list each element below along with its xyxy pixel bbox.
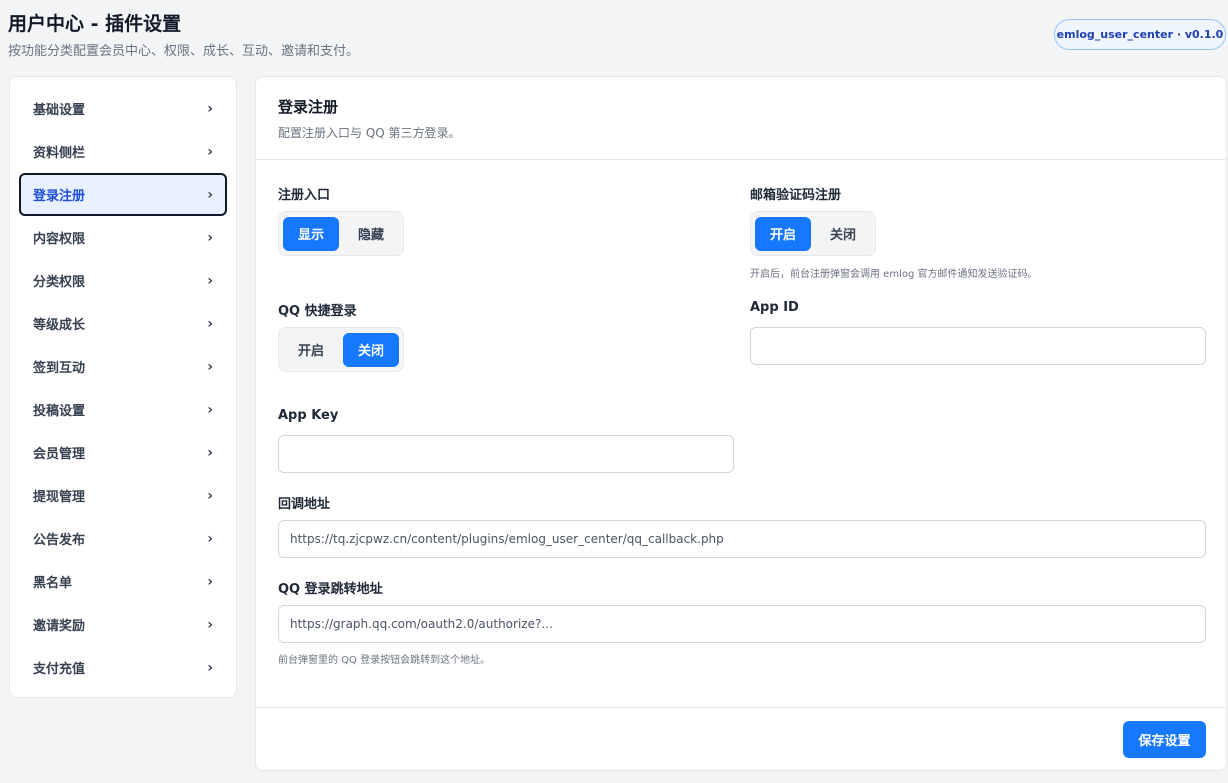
sidebar-item-label: 黑名单 bbox=[33, 576, 73, 591]
page-title: 用户中心 - 插件设置 bbox=[8, 13, 182, 35]
callback-url-input[interactable] bbox=[278, 520, 1206, 558]
sidebar-item-label: 登录注册 bbox=[33, 189, 86, 204]
email-code-help: 开启后，前台注册弹窗会调用 emlog 官方邮件通知发送验证码。 bbox=[750, 269, 1038, 280]
panel-description: 配置注册入口与 QQ 第三方登录。 bbox=[278, 126, 461, 140]
sidebar-item-submission[interactable]: 投稿设置 › bbox=[19, 388, 227, 431]
sidebar-item-checkin[interactable]: 签到互动 › bbox=[19, 345, 227, 388]
footer-divider bbox=[256, 707, 1226, 708]
qq-login-toggle: 开启 关闭 bbox=[278, 327, 404, 372]
chevron-right-icon: › bbox=[207, 530, 213, 547]
chevron-right-icon: › bbox=[207, 229, 213, 246]
sidebar-item-label: 支付充值 bbox=[33, 662, 86, 677]
app-id-input[interactable] bbox=[750, 327, 1206, 365]
sidebar-item-announcement[interactable]: 公告发布 › bbox=[19, 517, 227, 560]
sidebar-item-label: 会员管理 bbox=[33, 447, 86, 462]
sidebar-item-label: 分类权限 bbox=[33, 275, 86, 290]
callback-url-label: 回调地址 bbox=[278, 497, 331, 512]
app-key-input[interactable] bbox=[278, 435, 734, 473]
chevron-right-icon: › bbox=[207, 616, 213, 633]
sidebar-item-withdrawal[interactable]: 提现管理 › bbox=[19, 474, 227, 517]
sidebar-item-label: 公告发布 bbox=[33, 533, 86, 548]
panel-header: 登录注册 配置注册入口与 QQ 第三方登录。 bbox=[256, 77, 1226, 160]
qq-login-off-option[interactable]: 关闭 bbox=[343, 332, 399, 367]
chevron-right-icon: › bbox=[207, 573, 213, 590]
register-entry-hide-option[interactable]: 隐藏 bbox=[343, 217, 399, 251]
sidebar-item-label: 资料侧栏 bbox=[33, 146, 86, 161]
save-button[interactable]: 保存设置 bbox=[1123, 721, 1206, 758]
email-code-label: 邮箱验证码注册 bbox=[750, 188, 842, 203]
sidebar-item-login-register[interactable]: 登录注册 › bbox=[19, 173, 227, 216]
chevron-right-icon: › bbox=[207, 315, 213, 332]
sidebar-item-label: 等级成长 bbox=[33, 318, 86, 333]
sidebar-item-label: 基础设置 bbox=[33, 103, 86, 118]
register-entry-toggle: 显示 隐藏 bbox=[278, 211, 404, 256]
chevron-right-icon: › bbox=[207, 143, 213, 160]
version-badge: emlog_user_center · v0.1.0 bbox=[1054, 19, 1226, 50]
sidebar-item-label: 提现管理 bbox=[33, 490, 86, 505]
chevron-right-icon: › bbox=[207, 401, 213, 418]
sidebar-item-category-permission[interactable]: 分类权限 › bbox=[19, 259, 227, 302]
app-key-label: App Key bbox=[278, 408, 339, 423]
sidebar-item-label: 投稿设置 bbox=[33, 404, 86, 419]
app-id-label: App ID bbox=[750, 300, 799, 315]
sidebar-item-label: 内容权限 bbox=[33, 232, 86, 247]
chevron-right-icon: › bbox=[207, 659, 213, 676]
chevron-right-icon: › bbox=[207, 186, 213, 203]
settings-panel: 登录注册 配置注册入口与 QQ 第三方登录。 注册入口 显示 隐藏 邮箱验证码注… bbox=[255, 76, 1227, 771]
email-code-off-option[interactable]: 关闭 bbox=[815, 217, 871, 251]
register-entry-label: 注册入口 bbox=[278, 188, 331, 203]
chevron-right-icon: › bbox=[207, 358, 213, 375]
sidebar-item-content-permission[interactable]: 内容权限 › bbox=[19, 216, 227, 259]
chevron-right-icon: › bbox=[207, 487, 213, 504]
qq-redirect-label: QQ 登录跳转地址 bbox=[278, 582, 383, 597]
sidebar-item-label: 签到互动 bbox=[33, 361, 86, 376]
qq-redirect-input[interactable] bbox=[278, 605, 1206, 643]
sidebar-item-basic[interactable]: 基础设置 › bbox=[19, 87, 227, 130]
register-entry-show-option[interactable]: 显示 bbox=[283, 216, 339, 251]
sidebar-item-label: 邀请奖励 bbox=[33, 619, 86, 634]
sidebar-item-profile-sidebar[interactable]: 资料侧栏 › bbox=[19, 130, 227, 173]
sidebar-item-invite-reward[interactable]: 邀请奖励 › bbox=[19, 603, 227, 646]
page-subtitle: 按功能分类配置会员中心、权限、成长、互动、邀请和支付。 bbox=[8, 44, 360, 59]
sidebar: 基础设置 › 资料侧栏 › 登录注册 › 内容权限 › 分类权限 › 等级成长 › 签到互动… bbox=[9, 76, 237, 698]
qq-redirect-help: 前台弹窗里的 QQ 登录按钮会跳转到这个地址。 bbox=[278, 655, 491, 666]
chevron-right-icon: › bbox=[207, 444, 213, 461]
sidebar-item-blacklist[interactable]: 黑名单 › bbox=[19, 560, 227, 603]
email-code-on-option[interactable]: 开启 bbox=[755, 216, 811, 251]
sidebar-item-level-growth[interactable]: 等级成长 › bbox=[19, 302, 227, 345]
sidebar-item-payment[interactable]: 支付充值 › bbox=[19, 646, 227, 689]
chevron-right-icon: › bbox=[207, 272, 213, 289]
email-code-toggle: 开启 关闭 bbox=[750, 211, 876, 256]
chevron-right-icon: › bbox=[207, 100, 213, 117]
panel-title: 登录注册 bbox=[278, 98, 339, 116]
sidebar-item-member-management[interactable]: 会员管理 › bbox=[19, 431, 227, 474]
qq-login-label: QQ 快捷登录 bbox=[278, 304, 357, 319]
qq-login-on-option[interactable]: 开启 bbox=[283, 333, 339, 367]
